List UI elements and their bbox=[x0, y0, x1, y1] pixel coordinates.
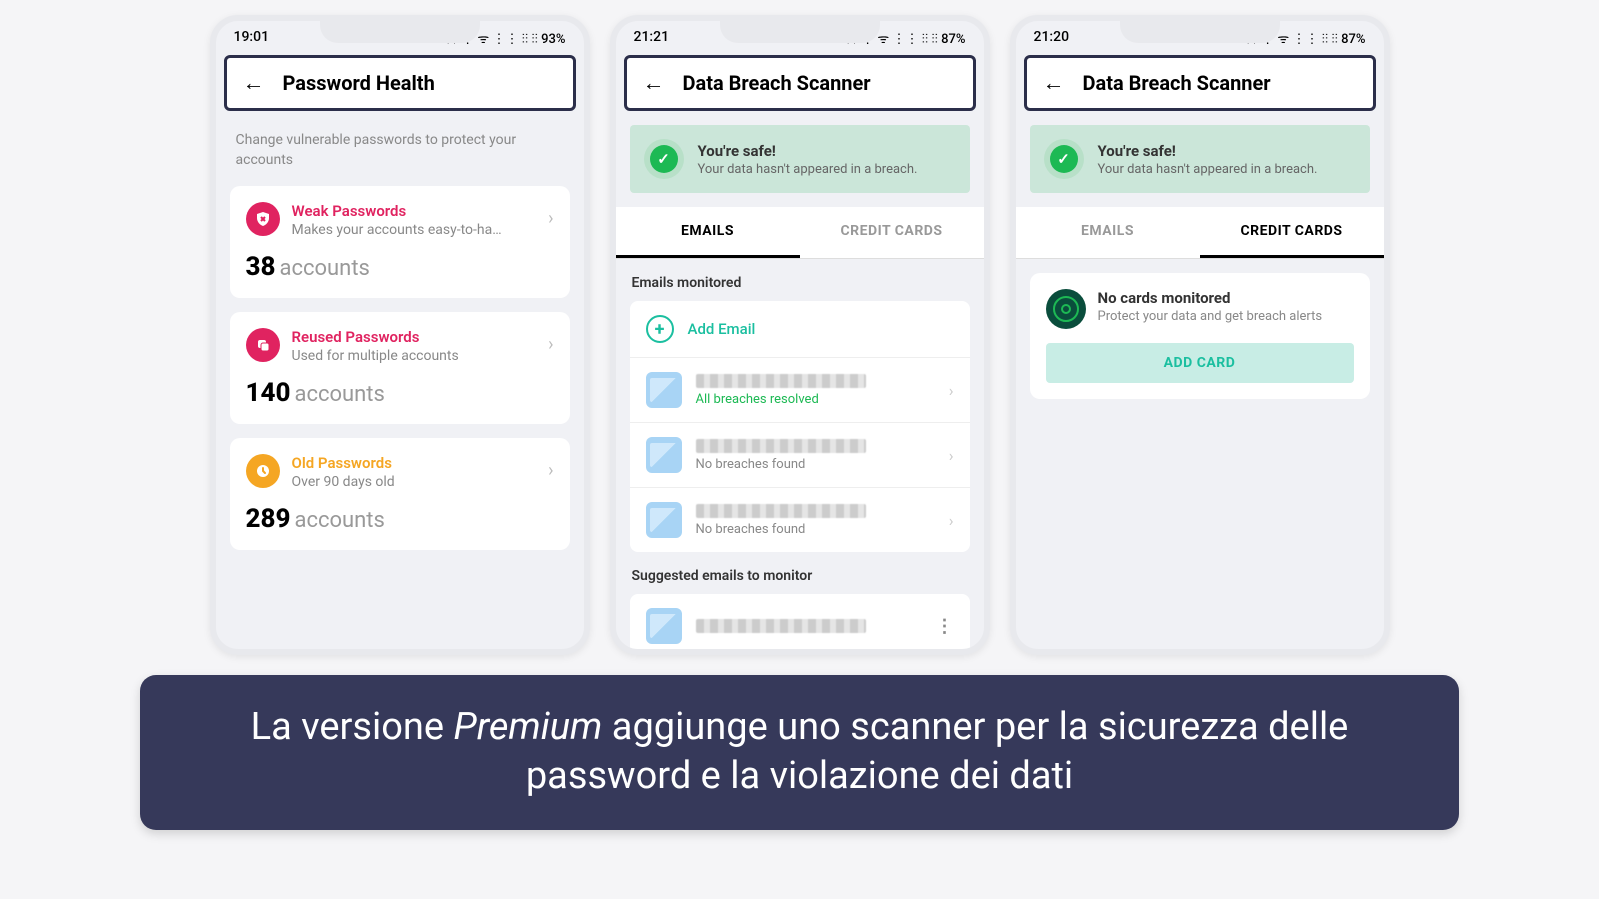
tab-emails[interactable]: EMAILS bbox=[1016, 207, 1200, 258]
back-button[interactable]: ← bbox=[243, 70, 265, 96]
phone-breach-emails: 21:21 ⁂ ⋮ ᯤ ⋮⋮ ⫶⫶ ⫶⫶ 87% ← Data Breach S… bbox=[610, 15, 990, 655]
chevron-right-icon: › bbox=[548, 334, 553, 355]
email-item[interactable]: No breaches found › bbox=[630, 423, 970, 488]
copy-icon bbox=[246, 328, 280, 362]
email-item[interactable]: All breaches resolved › bbox=[630, 358, 970, 423]
app-header: ← Data Breach Scanner bbox=[624, 55, 976, 111]
weak-passwords-card[interactable]: Weak Passwords Makes your accounts easy-… bbox=[230, 186, 570, 298]
section-emails-monitored: Emails monitored bbox=[616, 259, 984, 301]
section-suggested-emails: Suggested emails to monitor bbox=[616, 552, 984, 594]
chevron-right-icon: › bbox=[949, 446, 954, 465]
card-title: Reused Passwords bbox=[292, 328, 459, 346]
email-address-redacted bbox=[696, 439, 866, 453]
email-address-redacted bbox=[696, 504, 866, 518]
chevron-right-icon: › bbox=[548, 208, 553, 229]
tab-emails[interactable]: EMAILS bbox=[616, 207, 800, 258]
account-count: 140accounts bbox=[246, 378, 554, 408]
old-passwords-card[interactable]: Old Passwords Over 90 days old › 289acco… bbox=[230, 438, 570, 550]
nocards-title: No cards monitored bbox=[1098, 289, 1323, 307]
plus-icon: + bbox=[646, 315, 674, 343]
check-icon: ✓ bbox=[644, 139, 684, 179]
target-icon bbox=[1046, 289, 1086, 329]
reused-passwords-card[interactable]: Reused Passwords Used for multiple accou… bbox=[230, 312, 570, 424]
app-header: ← Password Health bbox=[224, 55, 576, 111]
phone-notch bbox=[1120, 15, 1280, 43]
status-time: 21:20 bbox=[1034, 29, 1070, 47]
safe-banner: ✓ You're safe! Your data hasn't appeared… bbox=[1030, 125, 1370, 193]
email-address-redacted bbox=[696, 374, 866, 388]
card-title: Weak Passwords bbox=[292, 202, 502, 220]
chevron-right-icon: › bbox=[949, 381, 954, 400]
back-button[interactable]: ← bbox=[1043, 70, 1065, 96]
page-title: Password Health bbox=[283, 71, 435, 95]
page-title: Data Breach Scanner bbox=[683, 71, 871, 95]
email-status: No breaches found bbox=[696, 457, 866, 472]
safe-title: You're safe! bbox=[698, 142, 918, 160]
add-email-row[interactable]: + Add Email bbox=[630, 301, 970, 358]
nocards-subtitle: Protect your data and get breach alerts bbox=[1098, 309, 1323, 324]
status-time: 19:01 bbox=[234, 29, 270, 47]
card-subtitle: Used for multiple accounts bbox=[292, 348, 459, 364]
envelope-icon bbox=[646, 502, 682, 538]
back-button[interactable]: ← bbox=[643, 70, 665, 96]
phone-password-health: 19:01 ⁂ ⋮ ᯤ ⋮⋮ ⫶⫶ ⫶⫶ 93% ← Password Heal… bbox=[210, 15, 590, 655]
tab-bar: EMAILS CREDIT CARDS bbox=[616, 207, 984, 259]
email-status: All breaches resolved bbox=[696, 392, 866, 407]
chevron-right-icon: › bbox=[548, 460, 553, 481]
suggested-list: ⋮ bbox=[630, 594, 970, 655]
card-subtitle: Makes your accounts easy-to-ha… bbox=[292, 222, 502, 238]
no-cards-card: No cards monitored Protect your data and… bbox=[1030, 273, 1370, 399]
status-time: 21:21 bbox=[634, 29, 670, 47]
account-count: 38accounts bbox=[246, 252, 554, 282]
tab-bar: EMAILS CREDIT CARDS bbox=[1016, 207, 1384, 259]
safe-title: You're safe! bbox=[1098, 142, 1318, 160]
safe-subtitle: Your data hasn't appeared in a breach. bbox=[1098, 162, 1318, 177]
subtitle-text: Change vulnerable passwords to protect y… bbox=[230, 125, 570, 186]
emails-list: + Add Email All breaches resolved › No b… bbox=[630, 301, 970, 552]
envelope-icon bbox=[646, 437, 682, 473]
caption-banner: La versione Premium aggiunge uno scanner… bbox=[140, 675, 1459, 830]
add-email-label: Add Email bbox=[688, 320, 756, 338]
tab-credit-cards[interactable]: CREDIT CARDS bbox=[800, 207, 984, 258]
envelope-icon bbox=[646, 372, 682, 408]
add-card-button[interactable]: ADD CARD bbox=[1046, 343, 1354, 383]
email-status: No breaches found bbox=[696, 522, 866, 537]
card-subtitle: Over 90 days old bbox=[292, 474, 395, 490]
clock-icon bbox=[246, 454, 280, 488]
envelope-icon bbox=[646, 608, 682, 644]
account-count: 289accounts bbox=[246, 504, 554, 534]
safe-subtitle: Your data hasn't appeared in a breach. bbox=[698, 162, 918, 177]
app-header: ← Data Breach Scanner bbox=[1024, 55, 1376, 111]
phone-notch bbox=[320, 15, 480, 43]
tab-credit-cards[interactable]: CREDIT CARDS bbox=[1200, 207, 1384, 258]
check-icon: ✓ bbox=[1044, 139, 1084, 179]
email-item[interactable]: No breaches found › bbox=[630, 488, 970, 552]
safe-banner: ✓ You're safe! Your data hasn't appeared… bbox=[630, 125, 970, 193]
email-address-redacted bbox=[696, 619, 866, 633]
suggested-email-item[interactable]: ⋮ bbox=[630, 594, 970, 655]
card-title: Old Passwords bbox=[292, 454, 395, 472]
page-title: Data Breach Scanner bbox=[1083, 71, 1271, 95]
phone-breach-cards: 21:20 ⁂ ⋮ ᯤ ⋮⋮ ⫶⫶ ⫶⫶ 87% ← Data Breach S… bbox=[1010, 15, 1390, 655]
phone-notch bbox=[720, 15, 880, 43]
chevron-right-icon: › bbox=[949, 511, 954, 530]
shield-x-icon bbox=[246, 202, 280, 236]
more-icon[interactable]: ⋮ bbox=[936, 616, 954, 637]
